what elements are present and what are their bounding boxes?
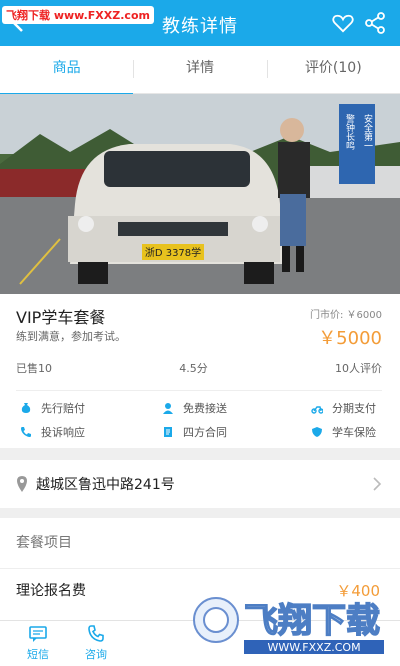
- divider: [16, 390, 382, 391]
- package-title: 套餐项目: [16, 535, 72, 551]
- phone-call-icon: [88, 625, 104, 642]
- feature-item: 学车保险: [311, 424, 376, 440]
- feature-item: 分期支付: [311, 400, 376, 416]
- rating: 4.5分: [179, 362, 208, 375]
- location-pin-icon: [17, 476, 27, 492]
- brand-url: WWW.FXXZ.COM: [267, 641, 360, 654]
- sms-button[interactable]: 短信: [18, 625, 58, 662]
- tab-reviews[interactable]: 评价(10): [266, 46, 400, 93]
- watermark-label: 飞翔下载 www.FXXZ.com: [2, 6, 154, 24]
- license-plate: 浙D 3378学: [145, 246, 201, 259]
- feature-item: 投诉响应: [20, 424, 85, 440]
- package-item-name: 理论报名费: [16, 583, 86, 599]
- consult-button[interactable]: 咨询: [76, 625, 116, 662]
- phone-icon: [21, 427, 31, 437]
- product-card: VIP学车套餐 练到满意，参加考试。 门市价: ￥6000 ￥5000 已售10…: [0, 294, 400, 448]
- tab-details[interactable]: 详情: [133, 46, 266, 93]
- product-name: VIP学车套餐: [16, 308, 106, 327]
- money-bag-icon: [21, 403, 31, 413]
- shield-icon: [312, 427, 322, 437]
- brand-name: 飞翔下载: [244, 601, 380, 641]
- top-bar: 教练详情 飞翔下载 www.FXXZ.com: [0, 0, 400, 46]
- favorite-heart-icon[interactable]: [332, 13, 354, 33]
- document-icon: [164, 427, 172, 437]
- feature-item: 先行赔付: [20, 400, 85, 416]
- product-photo: 浙D 3378学 安全第一 警钟长鸣: [0, 94, 400, 294]
- brand-watermark: 飞翔下载 WWW.FXXZ.COM: [192, 588, 392, 658]
- consult-label: 咨询: [85, 648, 107, 661]
- feature-item: 免费接送: [162, 400, 227, 416]
- user-icon: [163, 403, 173, 414]
- feature-item: 四方合同: [162, 424, 227, 440]
- address-text: 越城区鲁迅中路241号: [36, 477, 175, 493]
- store-price: 门市价: ￥6000: [310, 310, 382, 321]
- share-icon[interactable]: [364, 12, 386, 34]
- sign-line-1: 安全第一: [362, 113, 373, 150]
- divider: [0, 568, 400, 569]
- address-row[interactable]: 越城区鲁迅中路241号: [0, 460, 400, 508]
- sms-icon: [29, 626, 47, 642]
- review-count: 10人评价: [335, 362, 382, 375]
- sms-label: 短信: [27, 648, 49, 661]
- sign-line-2: 警钟长鸣: [344, 113, 355, 151]
- tab-bar: 商品 详情 评价(10): [0, 46, 400, 97]
- sold-count: 已售10: [16, 362, 52, 375]
- stats-row: 已售10 4.5分 10人评价: [16, 360, 382, 376]
- tab-goods[interactable]: 商品: [0, 46, 134, 97]
- product-price: ￥5000: [318, 328, 382, 349]
- product-desc: 练到满意，参加考试。: [16, 330, 126, 343]
- scooter-icon: [311, 406, 323, 414]
- chevron-right-icon: [373, 477, 382, 491]
